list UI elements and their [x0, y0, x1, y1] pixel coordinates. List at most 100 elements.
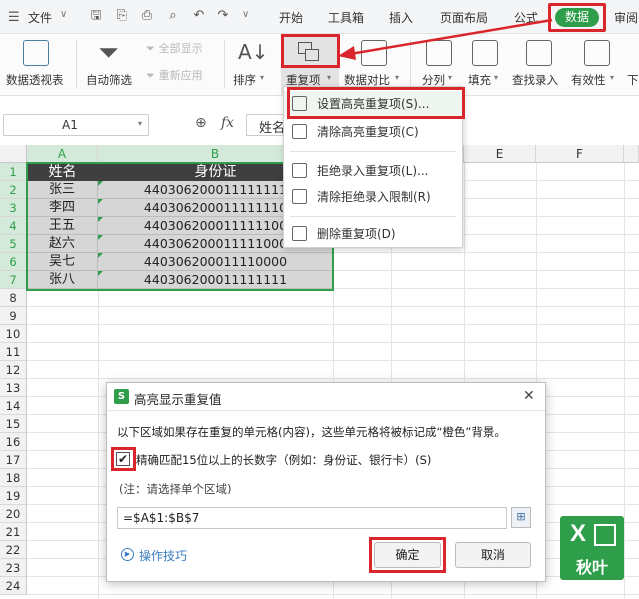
show-all-button[interactable]: ⏷ 全部显示	[146, 40, 203, 56]
menu-item-label: 删除重复项(D)	[317, 227, 396, 241]
menu-item-clear-reject-limit[interactable]: 清除拒绝录入限制(R)	[284, 184, 462, 210]
chevron-down-icon: ▾	[327, 73, 332, 82]
row-header[interactable]: 19	[0, 487, 27, 505]
row-header[interactable]: 5	[0, 235, 27, 253]
tab-review[interactable]: 审阅	[614, 9, 638, 26]
exact-match-checkbox[interactable]: ✔	[116, 452, 130, 466]
redo-icon[interactable]: ↷	[215, 8, 231, 24]
menu-divider	[290, 216, 456, 217]
ok-button[interactable]: 确定	[374, 542, 441, 568]
menu-item-label: 清除高亮重复项(C)	[317, 125, 419, 139]
divider	[224, 40, 225, 88]
gridline	[27, 360, 639, 361]
highlight-duplicates-dialog: S 高亮显示重复值 ✕ 以下区域如果存在重复的单元格(内容)，这些单元格将被标记…	[106, 382, 546, 582]
spreadsheet-icon	[594, 524, 616, 546]
reapply-label: 重新应用	[158, 69, 203, 82]
autofilter-label: 自动筛选	[86, 73, 132, 87]
undo-icon[interactable]: ↶	[191, 8, 207, 24]
tab-home[interactable]: 开始	[279, 9, 303, 26]
row-header[interactable]: 20	[0, 505, 27, 523]
fx-icon[interactable]: fx	[221, 115, 234, 131]
pivot-table-button[interactable]: 数据透视表	[0, 38, 72, 92]
column-header-e[interactable]: E	[464, 145, 536, 163]
row-header[interactable]: 16	[0, 433, 27, 451]
tab-data[interactable]: 数据	[555, 8, 599, 27]
range-picker-icon[interactable]: ⊞	[511, 507, 531, 528]
name-box[interactable]: A1 ▾	[3, 114, 149, 136]
row-header[interactable]: 10	[0, 325, 27, 343]
row-header[interactable]: 6	[0, 253, 27, 271]
gridline	[27, 342, 639, 343]
formula-input[interactable]: 姓名	[246, 114, 286, 136]
gridline	[27, 594, 639, 595]
row-header[interactable]: 24	[0, 577, 27, 595]
funnel-icon: ⏷	[98, 38, 119, 68]
chevron-down-icon: ▾	[610, 73, 615, 82]
row-header[interactable]: 3	[0, 199, 27, 217]
menu-item-clear-highlight-duplicates[interactable]: 清除高亮重复项(C)	[284, 119, 462, 145]
chevron-down-icon: ▾	[494, 73, 499, 82]
clear-highlight-icon	[292, 124, 307, 139]
print-preview-icon[interactable]: ⌕	[165, 8, 181, 24]
chevron-down-icon: ▾	[448, 73, 453, 82]
row-header[interactable]: 15	[0, 415, 27, 433]
play-icon[interactable]: ▶	[121, 548, 134, 561]
sort-button[interactable]: A↓ 排序 ▾	[230, 38, 270, 92]
chevron-down-icon[interactable]: ▾	[138, 119, 142, 128]
hamburger-icon[interactable]: ☰	[8, 10, 20, 25]
dialog-description: 以下区域如果存在重复的单元格(内容)，这些单元格将被标记成“橙色”背景。	[117, 425, 506, 439]
annotation-arrow	[338, 18, 553, 60]
file-menu[interactable]: 文件	[28, 9, 52, 26]
show-all-label: 全部显示	[158, 42, 203, 55]
validity-icon	[584, 40, 610, 66]
row-header[interactable]: 9	[0, 307, 27, 325]
validity-label: 有效性	[571, 73, 606, 87]
select-all-corner[interactable]	[0, 145, 27, 163]
row-header[interactable]: 1	[0, 163, 27, 181]
row-header[interactable]: 11	[0, 343, 27, 361]
checkbox-label[interactable]: 精确匹配15位以上的长数字（例如：身份证、银行卡）(S)	[136, 452, 431, 468]
lookup-entry-label: 查找录入	[512, 73, 558, 87]
row-header[interactable]: 7	[0, 271, 27, 289]
row-header[interactable]: 18	[0, 469, 27, 487]
gridline	[27, 378, 639, 379]
validity-button[interactable]: 有效性 ▾	[570, 38, 620, 92]
tips-link[interactable]: 操作技巧	[139, 547, 187, 564]
row-header[interactable]: 13	[0, 379, 27, 397]
reject-entry-icon	[292, 163, 307, 178]
row-header[interactable]: 8	[0, 289, 27, 307]
close-icon[interactable]: ✕	[523, 388, 535, 404]
chevron-down-icon[interactable]: ∨	[60, 9, 67, 20]
row-header[interactable]: 4	[0, 217, 27, 235]
range-input[interactable]: =$A$1:$B$7	[117, 507, 507, 529]
pivot-table-label: 数据透视表	[6, 73, 64, 87]
autofilter-button[interactable]: ⏷ 自动筛选	[82, 38, 140, 92]
row-header[interactable]: 23	[0, 559, 27, 577]
row-header[interactable]: 21	[0, 523, 27, 541]
row-header[interactable]: 12	[0, 361, 27, 379]
chevron-down-icon[interactable]: ∨	[242, 9, 249, 20]
zoom-icon[interactable]: ⊕	[195, 115, 207, 131]
row-header[interactable]: 17	[0, 451, 27, 469]
menu-item-reject-duplicate-entry[interactable]: 拒绝录入重复项(L)...	[284, 158, 462, 184]
gridline	[27, 324, 639, 325]
format-painter-icon[interactable]: ⎘	[114, 8, 130, 24]
column-header-a[interactable]: A	[27, 145, 98, 163]
row-header[interactable]: 14	[0, 397, 27, 415]
logo-caption: 秋叶	[576, 558, 609, 577]
row-header[interactable]: 22	[0, 541, 27, 559]
reapply-button[interactable]: ⏷ 重新应用	[146, 67, 203, 83]
dialog-note: (注：请选择单个区域)	[119, 482, 232, 496]
sort-label: 排序	[233, 73, 256, 87]
menu-item-delete-duplicates[interactable]: 删除重复项(D)	[284, 221, 462, 247]
save-icon[interactable]: 🖫	[88, 8, 104, 24]
column-header-f[interactable]: F	[536, 145, 624, 163]
menu-item-highlight	[287, 87, 465, 119]
reapply-icon: ⏷	[146, 69, 155, 82]
more-label[interactable]: 下	[627, 72, 639, 88]
dialog-title: 高亮显示重复值	[134, 392, 222, 407]
column-header-g[interactable]	[624, 145, 639, 163]
row-header[interactable]: 2	[0, 181, 27, 199]
cancel-button[interactable]: 取消	[455, 542, 531, 568]
print-icon[interactable]: ⎙	[139, 8, 155, 24]
